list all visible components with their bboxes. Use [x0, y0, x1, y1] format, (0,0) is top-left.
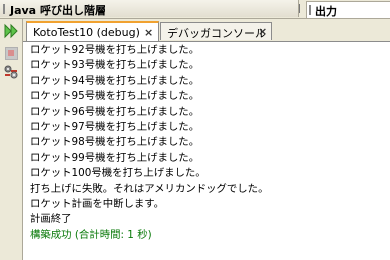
output-line: ロケット96号機を打ち上げました。	[30, 105, 200, 118]
output-line: ロケット97号機を打ち上げました。	[30, 120, 200, 133]
tab-kototest10-debug[interactable]: KotoTest10 (debug) ×	[26, 21, 159, 41]
output-line: ロケット95号機を打ち上げました。	[30, 90, 200, 103]
stop-icon[interactable]	[3, 45, 19, 61]
call-hierarchy-panel-header[interactable]: Java 呼び出し階層	[0, 0, 299, 17]
tab-debugger-console[interactable]: デバッガコンソール ×	[160, 22, 272, 40]
output-line: ロケット100号機を打ち上げました。	[30, 167, 206, 180]
collapse-icon[interactable]	[299, 4, 305, 13]
output-console[interactable]: ロケット92号機を打ち上げました。 ロケット93号機を打ち上げました。 ロケット…	[30, 43, 386, 258]
output-title: 出力	[315, 5, 337, 18]
settings-icon[interactable]	[3, 64, 19, 80]
tab-label: KotoTest10 (debug)	[33, 26, 140, 39]
output-panel-header[interactable]: 出力	[306, 1, 390, 18]
output-line: ロケット93号機を打ち上げました。	[30, 59, 200, 72]
output-line: 計画終了	[30, 213, 72, 226]
call-hierarchy-title: Java 呼び出し階層	[10, 4, 106, 17]
drag-handle-icon[interactable]	[309, 5, 311, 15]
output-toolbar	[0, 19, 23, 260]
output-line: 打ち上げに失敗。それはアメリカンドッグでした。	[30, 182, 269, 195]
close-icon[interactable]: ×	[144, 26, 153, 39]
output-line: ロケット98号機を打ち上げました。	[30, 136, 200, 149]
build-success-line: 構築成功 (合計時間: 1 秒)	[30, 228, 152, 241]
drag-handle-icon[interactable]	[3, 4, 5, 14]
output-tabbar: KotoTest10 (debug) × デバッガコンソール ×	[23, 19, 390, 42]
panel-header-strip: Java 呼び出し階層 出力	[0, 0, 390, 19]
output-line: ロケット94号機を打ち上げました。	[30, 74, 200, 87]
rerun-icon[interactable]	[3, 23, 19, 39]
output-line: ロケット99号機を打ち上げました。	[30, 151, 200, 164]
output-line: ロケット計画を中断します。	[30, 197, 165, 210]
tab-label: デバッガコンソール	[167, 27, 266, 40]
close-icon[interactable]: ×	[258, 25, 267, 38]
output-line: ロケット92号機を打ち上げました。	[30, 44, 200, 56]
